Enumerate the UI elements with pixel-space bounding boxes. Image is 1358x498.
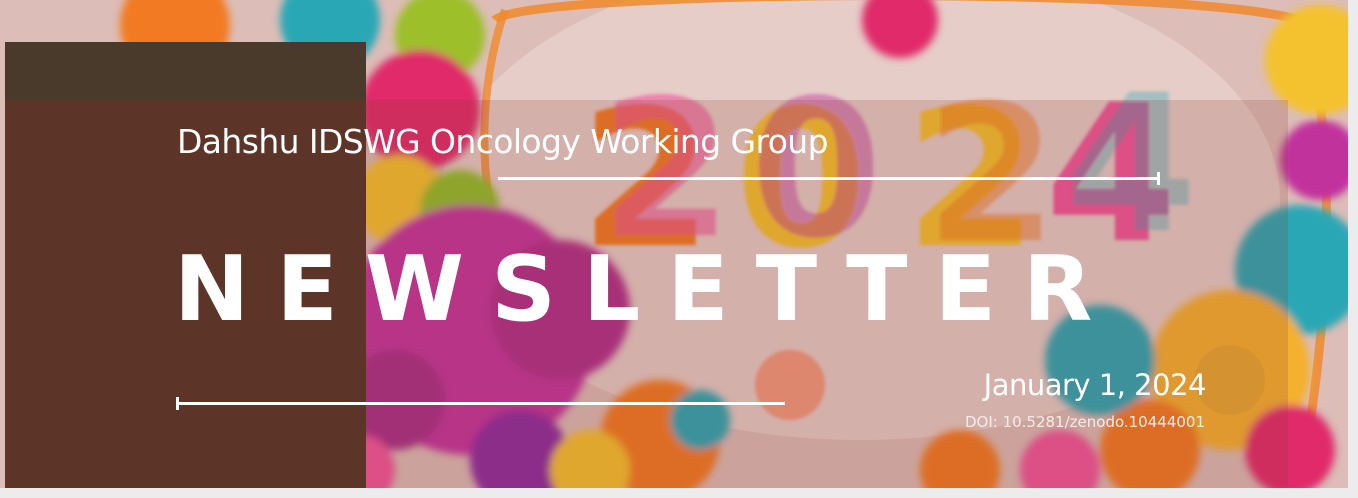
bottom-divider-rule <box>176 397 785 410</box>
issue-date: January 1, 2024 <box>983 368 1207 402</box>
doi-identifier: DOI: 10.5281/zenodo.10444001 <box>964 413 1205 431</box>
organization-name: Dahshu IDSWG Oncology Working Group <box>177 122 829 161</box>
newsletter-banner: 2 2 0 0 2 2 4 4 Dahshu IDSWG Oncology Wo… <box>0 0 1348 488</box>
newsletter-title: NEWSLETTER <box>174 237 1120 342</box>
page-margin <box>1348 0 1358 498</box>
title-panel-top <box>5 42 366 100</box>
top-divider-rule <box>498 172 1160 185</box>
